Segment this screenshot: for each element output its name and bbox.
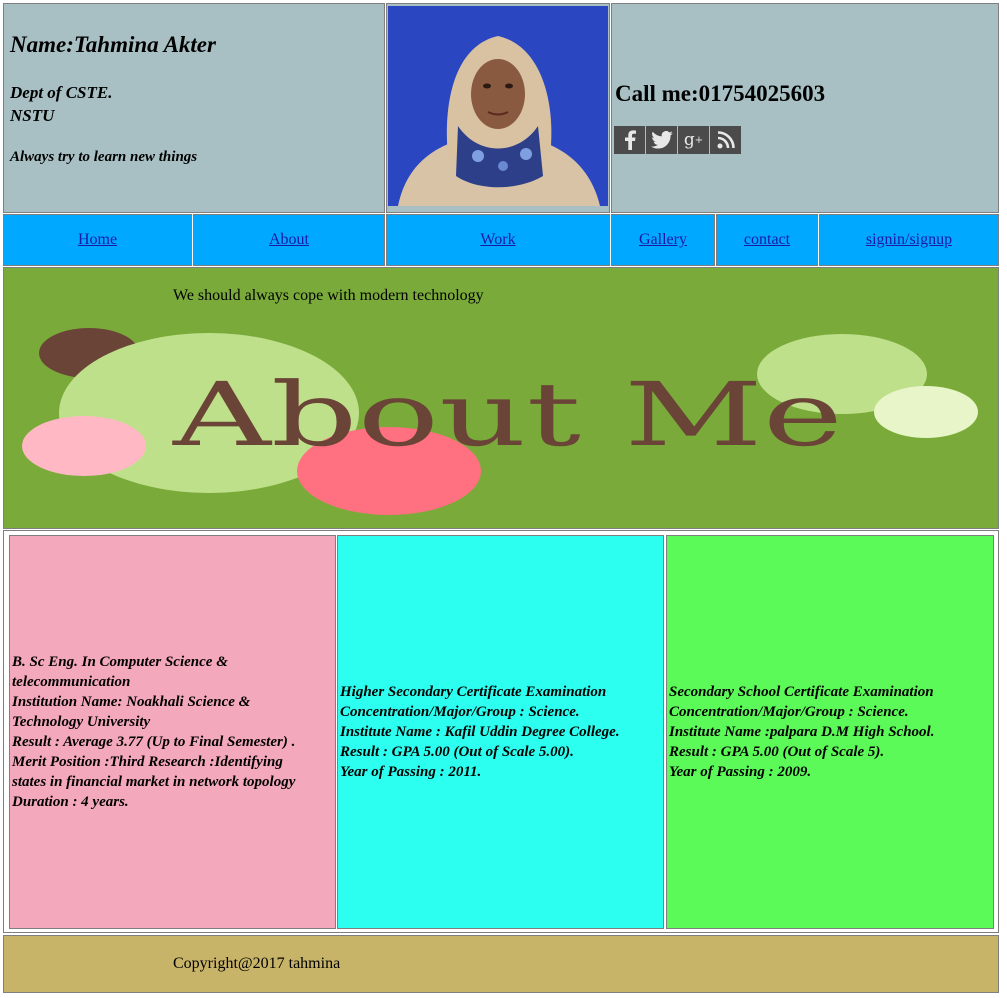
- copyright-text: Copyright@2017 tahmina: [173, 955, 341, 972]
- education-ssc: Secondary School Certificate Examination…: [666, 535, 994, 929]
- department-line: Dept of CSTE.: [10, 83, 113, 102]
- text-line: Institute Name :palpara D.M High School.: [669, 724, 935, 740]
- text-line: Year of Passing : 2009.: [669, 764, 812, 780]
- nav-contact: contact: [716, 214, 818, 266]
- education-hsc: Higher Secondary Certificate Examination…: [337, 535, 664, 929]
- text-line: Year of Passing : 2011.: [340, 764, 482, 780]
- text-line: Institute Name : Kafil Uddin Degree Coll…: [340, 724, 620, 740]
- education-hsc-text: Higher Secondary Certificate Examination…: [338, 682, 620, 782]
- text-line: Concentration/Major/Group : Science.: [340, 704, 580, 720]
- text-line: Secondary School Certificate Examination: [669, 684, 934, 700]
- about-me-title: About Me: [171, 363, 843, 466]
- text-line: Duration : 4 years.: [12, 794, 129, 810]
- text-line: telecommunication: [12, 674, 131, 690]
- profile-info-cell: Name:Tahmina Akter Dept of CSTE. NSTU Al…: [3, 3, 385, 213]
- nav-home: Home: [3, 214, 192, 266]
- nav-link-home[interactable]: Home: [78, 231, 117, 249]
- social-icons: g +: [614, 126, 742, 154]
- education-bsc-text: B. Sc Eng. In Computer Science & telecom…: [10, 652, 295, 812]
- text-line: Higher Secondary Certificate Examination: [340, 684, 607, 700]
- nav-about: About: [193, 214, 385, 266]
- nav-link-work[interactable]: Work: [480, 231, 515, 249]
- profile-photo-cell: [386, 3, 610, 213]
- motto-text: Always try to learn new things: [10, 149, 198, 165]
- about-me-graphic: About Me: [22, 328, 978, 515]
- text-line: B. Sc Eng. In Computer Science &: [12, 654, 228, 670]
- contact-cell: Call me:01754025603 g +: [611, 3, 999, 213]
- nav-link-contact[interactable]: contact: [744, 231, 790, 249]
- facebook-icon[interactable]: [614, 126, 645, 154]
- text-line: Institution Name: Noakhali Science &: [12, 694, 251, 710]
- text-line: Concentration/Major/Group : Science.: [669, 704, 909, 720]
- about-banner: We should always cope with modern techno…: [3, 267, 999, 529]
- text-line: states in financial market in network to…: [12, 774, 296, 790]
- education-ssc-text: Secondary School Certificate Examination…: [667, 682, 934, 782]
- nav-work: Work: [386, 214, 610, 266]
- education-bsc: B. Sc Eng. In Computer Science & telecom…: [9, 535, 336, 929]
- text-line: Result : Average 3.77 (Up to Final Semes…: [12, 734, 296, 750]
- profile-name: Name:Tahmina Akter: [10, 32, 216, 57]
- phone-number: Call me:01754025603: [615, 81, 826, 106]
- twitter-icon[interactable]: [646, 126, 677, 154]
- nav-link-signin-signup[interactable]: signin/signup: [866, 231, 952, 249]
- university-line: NSTU: [10, 106, 55, 125]
- nav-signin: signin/signup: [819, 214, 999, 266]
- google-plus-icon[interactable]: g +: [678, 126, 709, 154]
- profile-photo: [388, 6, 608, 206]
- nav-gallery: Gallery: [611, 214, 715, 266]
- nav-link-gallery[interactable]: Gallery: [639, 231, 687, 249]
- rss-icon[interactable]: [710, 126, 741, 154]
- department-text: Dept of CSTE. NSTU: [10, 81, 112, 127]
- text-line: Technology University: [12, 714, 151, 730]
- text-line: Merit Position :Third Research :Identify…: [12, 754, 283, 770]
- nav-link-about[interactable]: About: [269, 231, 309, 249]
- text-line: Result : GPA 5.00 (Out of Scale 5.00).: [340, 744, 574, 760]
- text-line: Result : GPA 5.00 (Out of Scale 5).: [669, 744, 885, 760]
- footer: Copyright@2017 tahmina: [3, 935, 999, 993]
